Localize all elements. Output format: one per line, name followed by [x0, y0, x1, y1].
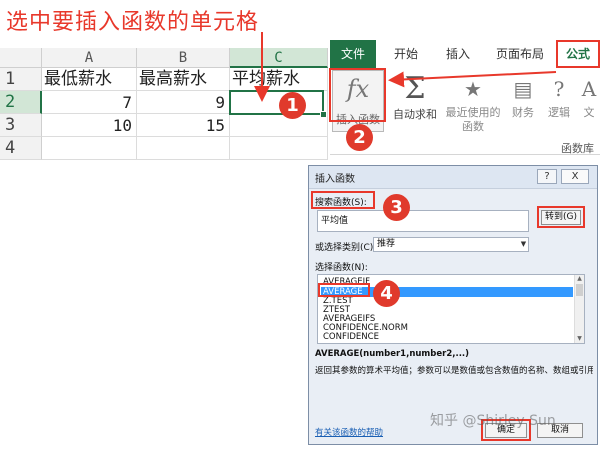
watermark: 知乎 @Shirley Sun [430, 413, 556, 429]
step-badge-1: 1 [279, 92, 306, 119]
highlight-insert-function [329, 68, 386, 122]
arrow-to-insert-function [388, 71, 557, 88]
function-description: 返回其参数的算术平均值；参数可以是数值或包含数值的名称、数组或引用 [315, 366, 593, 376]
scroll-thumb[interactable] [576, 284, 583, 296]
step-badge-2: 2 [346, 124, 373, 151]
search-function-label: 搜索函数(S): [315, 198, 367, 208]
list-scrollbar[interactable]: ▲ ▼ [574, 275, 584, 343]
select-function-label: 选择函数(N): [315, 263, 368, 273]
close-icon[interactable]: X [561, 169, 589, 184]
goto-button[interactable]: 转到(G) [541, 210, 581, 225]
insert-function-dialog: 插入函数 ? X 搜索函数(S): 平均值 3 转到(G) 或选择类别(C): … [308, 165, 598, 445]
step-badge-4: 4 [373, 280, 400, 307]
function-signature: AVERAGE(number1,number2,...) [315, 349, 470, 359]
highlight-average [318, 283, 370, 297]
step-badge-3: 3 [383, 194, 410, 221]
dialog-title: 插入函数 [315, 174, 355, 185]
scroll-down-icon[interactable]: ▼ [575, 335, 584, 343]
list-item[interactable]: CONFIDENCE [321, 332, 573, 342]
help-question-icon[interactable]: ? [537, 169, 557, 184]
search-function-input[interactable]: 平均值 [317, 210, 529, 232]
category-label: 或选择类别(C): [315, 243, 377, 253]
category-select[interactable]: 推荐 [373, 237, 529, 252]
scroll-up-icon[interactable]: ▲ [575, 275, 584, 283]
chevron-down-icon[interactable]: ▼ [519, 238, 528, 251]
dialog-title-bar: 插入函数 ? X [309, 166, 597, 189]
function-help-link[interactable]: 有关该函数的帮助 [315, 426, 383, 438]
